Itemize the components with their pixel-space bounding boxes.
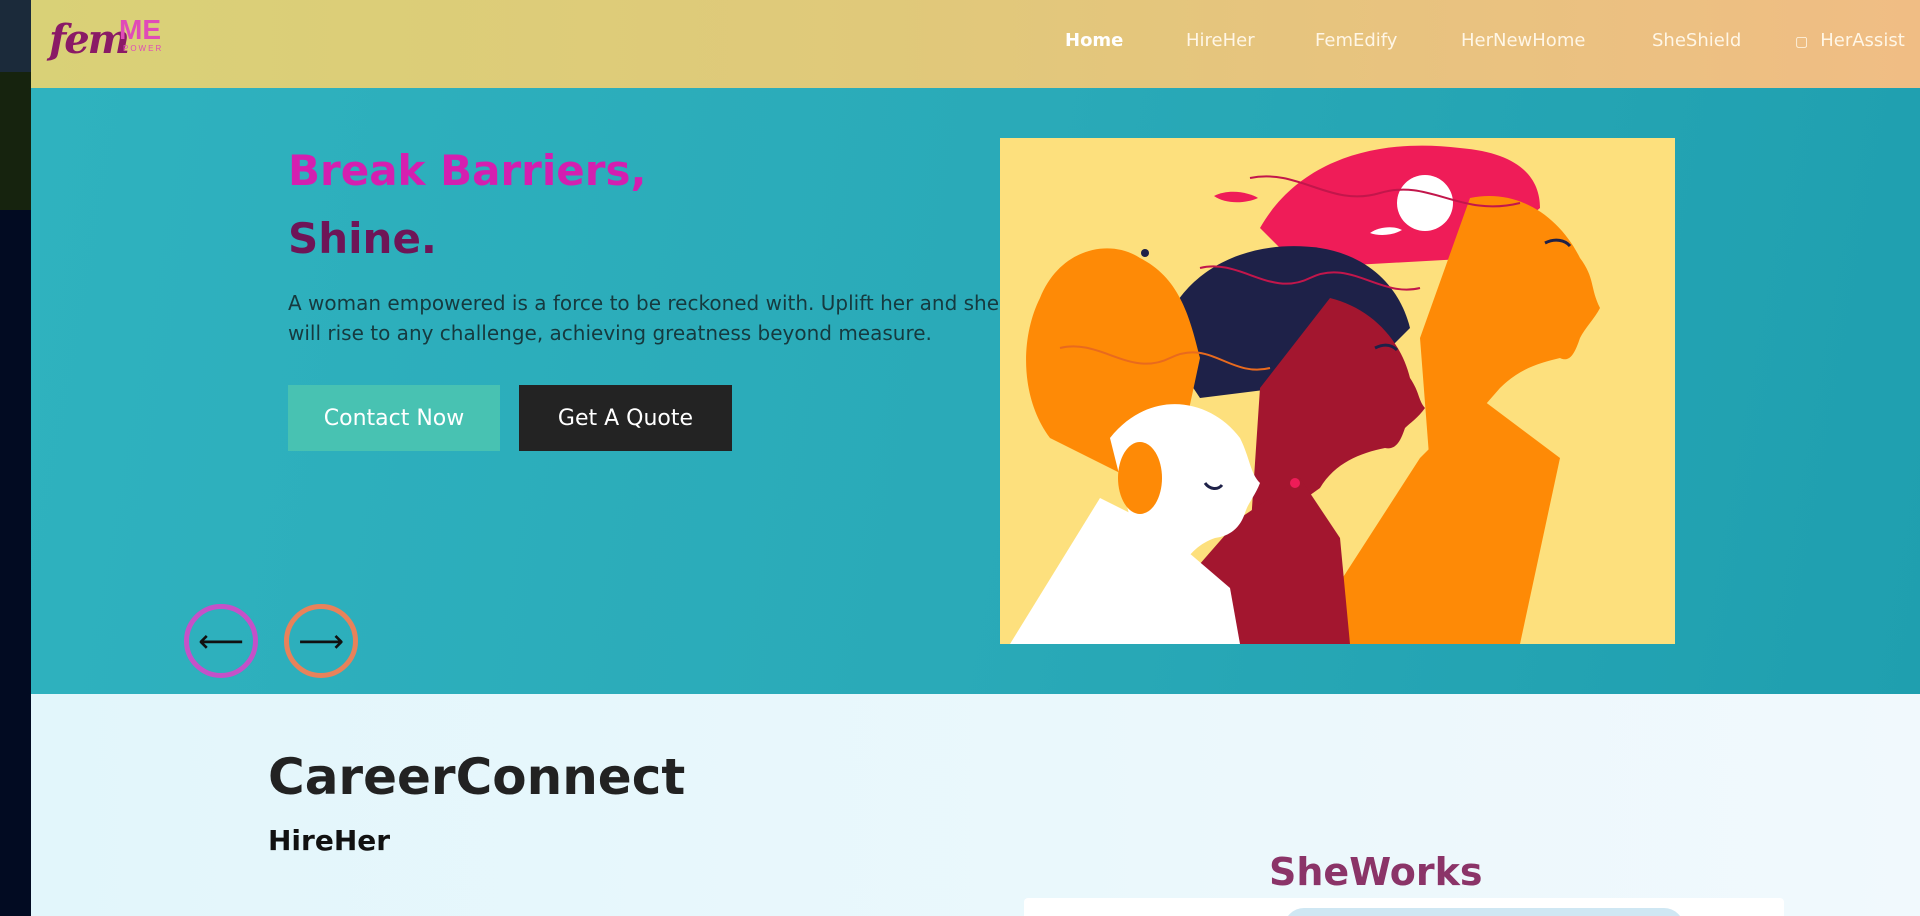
nav-item-home[interactable]: Home	[1065, 30, 1123, 51]
contact-now-button[interactable]: Contact Now	[288, 385, 500, 451]
sheworks-card-pill	[1284, 908, 1684, 916]
slider-next-button[interactable]: ⟶	[284, 604, 358, 678]
section-subtitle: HireHer	[268, 824, 391, 857]
women-profiles-illustration-icon	[1000, 138, 1675, 644]
arrow-left-icon: ⟵	[198, 622, 244, 660]
nav-item-herassist-label: HerAssist	[1820, 30, 1905, 51]
sheworks-title: SheWorks	[1269, 850, 1483, 894]
sheworks-card	[1024, 898, 1784, 916]
get-a-quote-button[interactable]: Get A Quote	[519, 385, 732, 451]
arrow-right-icon: ⟶	[298, 622, 344, 660]
logo-primary-text: fem	[49, 16, 130, 63]
assist-icon: ▢	[1795, 34, 1809, 50]
hero-description: A woman empowered is a force to be recko…	[288, 291, 1000, 345]
desktop-left-edge	[0, 0, 31, 916]
nav-item-femedify[interactable]: FemEdify	[1315, 30, 1397, 51]
nav-item-hireher[interactable]: HireHer	[1186, 30, 1255, 51]
site-header: fem ME POWER Home HireHer FemEdify HerNe…	[31, 0, 1920, 88]
hero-illustration	[1000, 138, 1675, 644]
nav-item-herassist[interactable]: ▢ HerAssist	[1795, 30, 1905, 51]
nav-item-sheshield[interactable]: SheShield	[1652, 30, 1741, 51]
nav-item-hernewhome[interactable]: HerNewHome	[1461, 30, 1585, 51]
careerconnect-section: CareerConnect HireHer SheWorks	[31, 694, 1920, 916]
left-edge-block-mid	[0, 72, 31, 210]
section-title: CareerConnect	[268, 748, 686, 806]
slider-prev-button[interactable]: ⟵	[184, 604, 258, 678]
hero-title-line2: Shine.	[288, 214, 437, 263]
site-logo[interactable]: fem ME POWER	[49, 14, 179, 74]
hero-banner: Break Barriers, Shine. A woman empowered…	[31, 88, 1920, 694]
logo-tagline: POWER	[123, 44, 164, 53]
logo-secondary-text: ME	[119, 14, 161, 45]
page: fem ME POWER Home HireHer FemEdify HerNe…	[31, 0, 1920, 916]
left-edge-block-top	[0, 0, 31, 72]
hero-title-line1: Break Barriers,	[288, 146, 647, 195]
